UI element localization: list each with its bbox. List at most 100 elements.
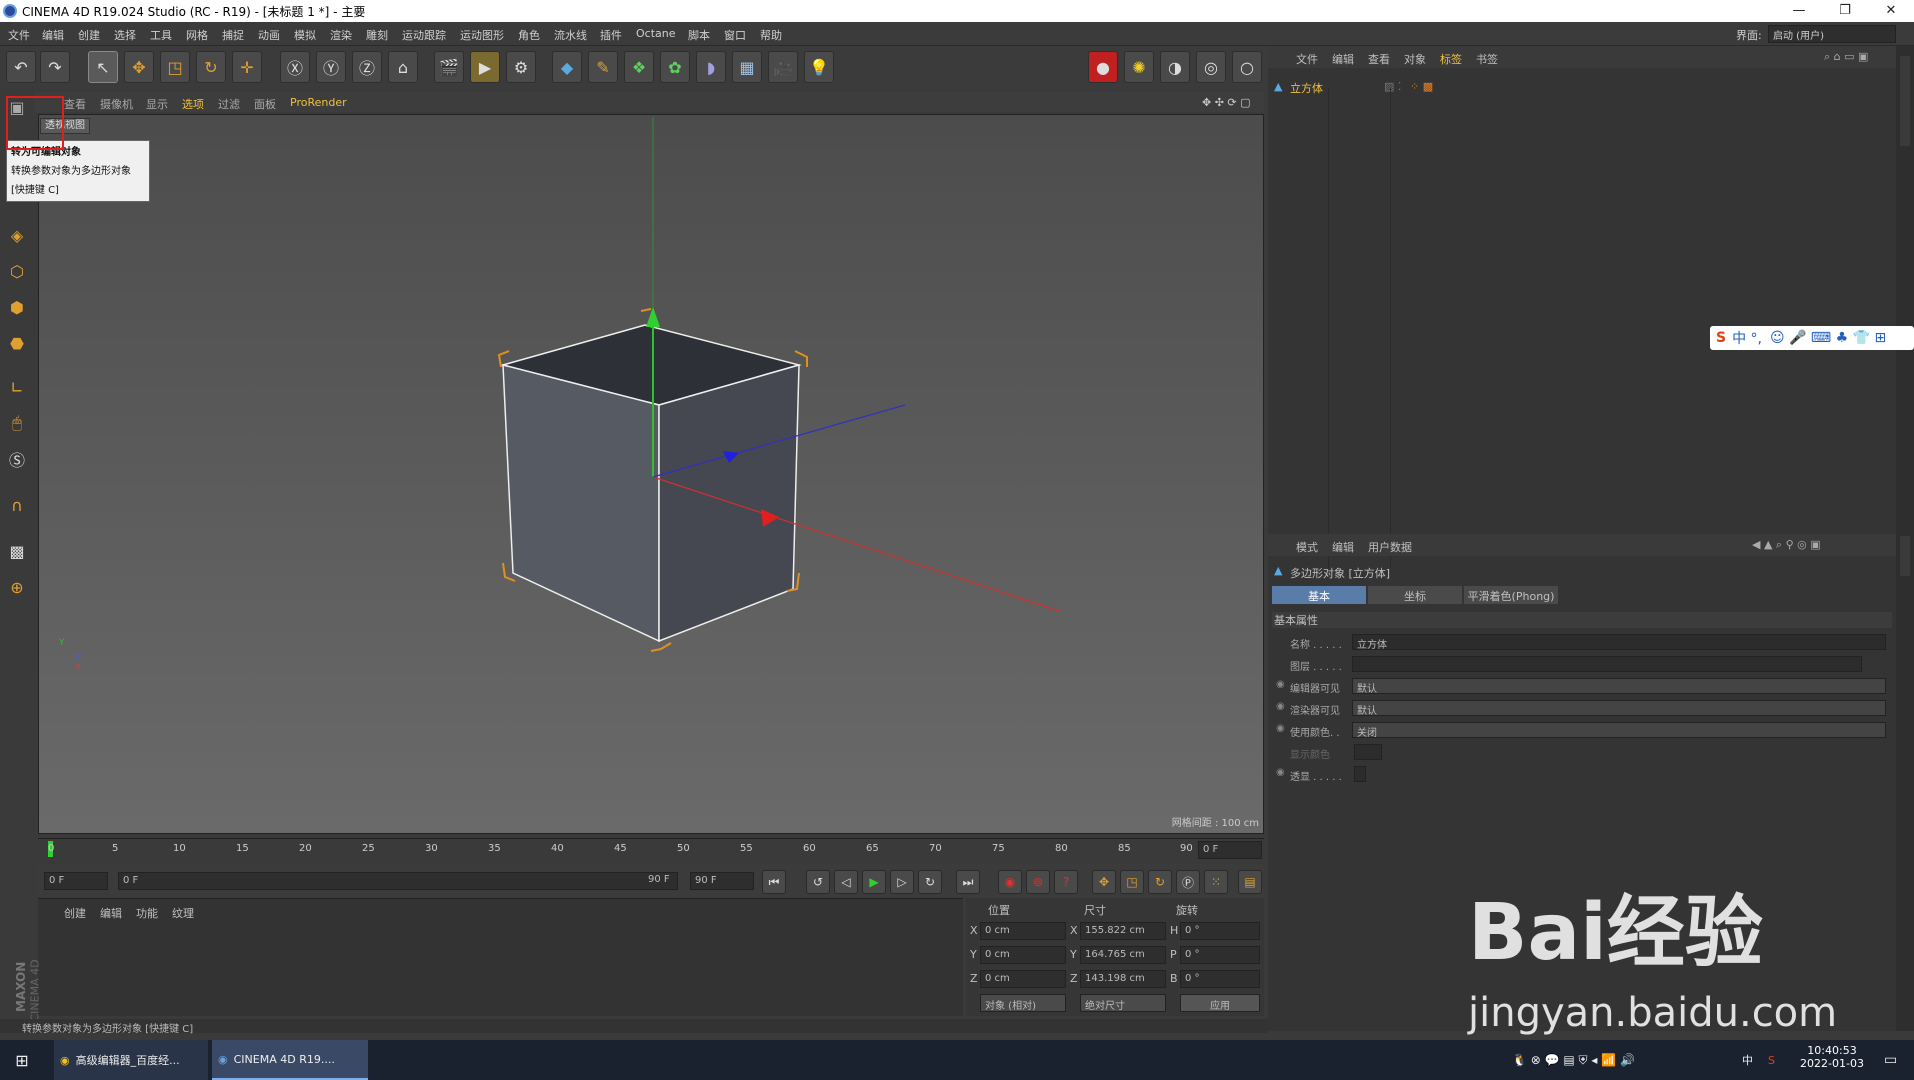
vp-menu-filter[interactable]: 过滤 bbox=[218, 96, 240, 112]
x-axis-icon[interactable]: Ⓧ bbox=[280, 51, 310, 83]
rot-h-field[interactable]: 0 ° bbox=[1180, 922, 1260, 940]
obj-menu-view[interactable]: 查看 bbox=[1368, 51, 1390, 67]
material-sphere-icon[interactable]: ◑ bbox=[1160, 51, 1190, 83]
timeline-ruler[interactable]: 0 5 10 15 20 25 30 35 40 45 50 55 60 65 … bbox=[38, 838, 1264, 860]
radio-icon[interactable]: ◉ bbox=[1276, 767, 1285, 783]
solo-icon[interactable]: Ⓢ bbox=[3, 444, 31, 474]
start-icon[interactable]: ⊞ bbox=[0, 1040, 44, 1080]
layout-dropdown[interactable]: 启动 (用户) bbox=[1768, 25, 1896, 43]
redo-icon[interactable]: ↷ bbox=[40, 51, 70, 83]
key-pla-icon[interactable]: ⁙ bbox=[1204, 870, 1228, 894]
range-start-slider[interactable]: 0 F bbox=[118, 872, 678, 890]
workplane-lock-icon[interactable]: ⊕ bbox=[3, 572, 31, 602]
light-icon[interactable]: 💡 bbox=[804, 51, 834, 83]
menu-mograph[interactable]: 运动图形 bbox=[460, 27, 504, 43]
prev-key-icon[interactable]: ↺ bbox=[806, 870, 830, 894]
attr-use-color-dropdown[interactable]: 关闭 bbox=[1352, 722, 1886, 739]
menu-script[interactable]: 脚本 bbox=[688, 27, 710, 43]
vp-menu-view[interactable]: 查看 bbox=[64, 96, 86, 112]
obj-menu-tags[interactable]: 标签 bbox=[1440, 51, 1462, 67]
menu-render[interactable]: 渲染 bbox=[330, 27, 352, 43]
pos-y-field[interactable]: 0 cm bbox=[980, 946, 1066, 964]
sun-icon[interactable]: ✺ bbox=[1124, 51, 1154, 83]
goto-end-icon[interactable]: ⏭ bbox=[956, 870, 980, 894]
live-select-icon[interactable]: ✛ bbox=[232, 51, 262, 83]
obj-menu-bookmarks[interactable]: 书签 bbox=[1476, 51, 1498, 67]
menu-pipeline[interactable]: 流水线 bbox=[554, 27, 587, 43]
move-tool-icon[interactable]: ✥ bbox=[124, 51, 154, 83]
goto-start-icon[interactable]: ⏮ bbox=[762, 870, 786, 894]
perspective-viewport[interactable]: Y Z X 网格间距 : 100 cm bbox=[38, 114, 1264, 834]
size-mode-dropdown[interactable]: 绝对尺寸 bbox=[1080, 994, 1166, 1012]
tweak-mode-icon[interactable]: 🖱 bbox=[3, 408, 31, 438]
attr-render-visible-dropdown[interactable]: 默认 bbox=[1352, 700, 1886, 717]
mat-menu-function[interactable]: 功能 bbox=[136, 905, 158, 921]
pos-z-field[interactable]: 0 cm bbox=[980, 970, 1066, 988]
close-button[interactable]: ✕ bbox=[1868, 0, 1914, 22]
menu-character[interactable]: 角色 bbox=[518, 27, 540, 43]
attr-display-color-swatch[interactable] bbox=[1354, 744, 1382, 760]
radio-icon[interactable]: ◉ bbox=[1276, 679, 1285, 695]
obj-menu-objects[interactable]: 对象 bbox=[1404, 51, 1426, 67]
tab-coordinates[interactable]: 坐标 bbox=[1368, 586, 1462, 604]
restore-button[interactable]: ❐ bbox=[1822, 0, 1868, 22]
menu-tools[interactable]: 工具 bbox=[150, 27, 172, 43]
phong-tag-icon[interactable]: ⁘ ▩ bbox=[1410, 80, 1433, 93]
env-sphere-icon[interactable]: ◎ bbox=[1196, 51, 1226, 83]
current-frame-field[interactable]: 0 F bbox=[1198, 841, 1262, 859]
menu-octane[interactable]: Octane bbox=[636, 27, 676, 40]
rotate-tool-icon[interactable]: ↻ bbox=[196, 51, 226, 83]
camera-icon[interactable]: 🎥 bbox=[768, 51, 798, 83]
coord-mode-dropdown[interactable]: 对象 (相对) bbox=[980, 994, 1066, 1012]
size-x-field[interactable]: 155.822 cm bbox=[1080, 922, 1166, 940]
points-mode-icon[interactable]: ⬡ bbox=[3, 256, 31, 286]
obj-search-icons[interactable]: ⌕ ⌂ ▭ ▣ bbox=[1824, 50, 1868, 64]
menu-window[interactable]: 窗口 bbox=[724, 27, 746, 43]
vp-nav-icons[interactable]: ✥ ✣ ⟳ ▢ bbox=[1202, 96, 1251, 109]
cube-primitive-icon[interactable]: ◆ bbox=[552, 51, 582, 83]
apply-button[interactable]: 应用 bbox=[1180, 994, 1260, 1012]
deformer-icon[interactable]: ◗ bbox=[696, 51, 726, 83]
attr-menu-edit[interactable]: 编辑 bbox=[1332, 539, 1354, 555]
system-tray-icons[interactable]: 🐧 ⊗ 💬 ▤ ⛨ ◂ 📶 🔊 bbox=[1506, 1040, 1736, 1080]
attr-menu-userdata[interactable]: 用户数据 bbox=[1368, 539, 1412, 555]
menu-sculpt[interactable]: 雕刻 bbox=[366, 27, 388, 43]
vp-menu-prorender[interactable]: ProRender bbox=[290, 96, 347, 109]
side-tab[interactable] bbox=[1900, 536, 1910, 576]
autokey-icon[interactable]: ⊚ bbox=[1026, 870, 1050, 894]
key-param-icon[interactable]: Ⓟ bbox=[1176, 870, 1200, 894]
ime-toolbar[interactable]: S 中 °, ☺ 🎤 ⌨ ♣ 👕 ⊞ bbox=[1710, 326, 1914, 350]
end-frame-field[interactable]: 90 F bbox=[690, 872, 754, 890]
tab-phong[interactable]: 平滑着色(Phong) bbox=[1464, 586, 1558, 604]
scale-tool-icon[interactable]: ◳ bbox=[160, 51, 190, 83]
cloner-icon[interactable]: ✿ bbox=[660, 51, 690, 83]
next-frame-icon[interactable]: ▷ bbox=[890, 870, 914, 894]
obj-menu-edit[interactable]: 编辑 bbox=[1332, 51, 1354, 67]
tab-basic[interactable]: 基本 bbox=[1272, 586, 1366, 604]
radio-icon[interactable]: ◉ bbox=[1276, 701, 1285, 717]
edges-mode-icon[interactable]: ⬢ bbox=[3, 292, 31, 322]
timeline-window-icon[interactable]: ▤ bbox=[1238, 870, 1262, 894]
mat-menu-create[interactable]: 创建 bbox=[64, 905, 86, 921]
vp-menu-display[interactable]: 显示 bbox=[146, 96, 168, 112]
start-frame-field[interactable]: 0 F bbox=[44, 872, 108, 890]
menu-file[interactable]: 文件 bbox=[8, 27, 30, 43]
y-axis-icon[interactable]: Ⓨ bbox=[316, 51, 346, 83]
menu-help[interactable]: 帮助 bbox=[760, 27, 782, 43]
play-icon[interactable]: ▶ bbox=[862, 870, 886, 894]
menu-edit[interactable]: 编辑 bbox=[42, 27, 64, 43]
z-axis-icon[interactable]: Ⓩ bbox=[352, 51, 382, 83]
clock[interactable]: 10:40:53 2022-01-03 bbox=[1792, 1044, 1872, 1070]
coordinate-system-icon[interactable]: ⌂ bbox=[388, 51, 418, 83]
prev-frame-icon[interactable]: ◁ bbox=[834, 870, 858, 894]
vp-menu-camera[interactable]: 摄像机 bbox=[100, 96, 133, 112]
attr-nav-icons[interactable]: ◀ ▲ ⌕ ⚲ ◎ ▣ bbox=[1752, 538, 1821, 552]
attr-editor-visible-dropdown[interactable]: 默认 bbox=[1352, 678, 1886, 695]
attr-xray-checkbox[interactable] bbox=[1354, 766, 1366, 782]
menu-motion-tracking[interactable]: 运动跟踪 bbox=[402, 27, 446, 43]
axis-mode-icon[interactable]: ∟ bbox=[3, 372, 31, 402]
render-view-icon[interactable]: 🎬 bbox=[434, 51, 464, 83]
workplane-icon[interactable]: ▩ bbox=[3, 536, 31, 566]
floor-icon[interactable]: ▦ bbox=[732, 51, 762, 83]
menu-snap[interactable]: 捕捉 bbox=[222, 27, 244, 43]
